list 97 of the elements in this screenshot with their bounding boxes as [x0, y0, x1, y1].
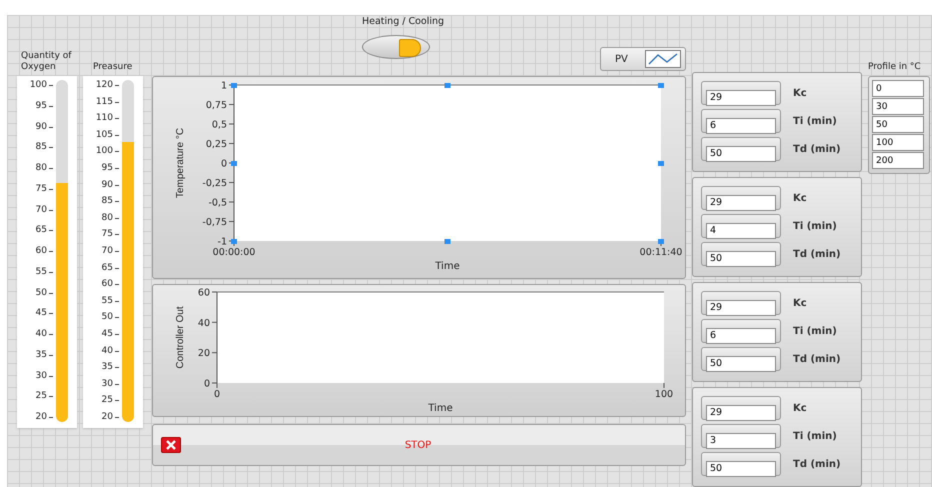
x-tick-label: 0 — [214, 389, 220, 400]
scale-label: 75 — [36, 184, 53, 194]
scale-label: 100 — [96, 146, 119, 156]
close-icon — [161, 437, 181, 453]
toggle-switch[interactable] — [362, 35, 430, 59]
scale-label: 60 — [36, 246, 53, 256]
parameter-label: Td (min) — [793, 248, 841, 260]
number-field[interactable]: 29 — [701, 396, 781, 420]
y-axis-title: Temperature °C — [175, 128, 186, 198]
parameter-label: Kc — [793, 298, 807, 308]
scale-label: 20 — [102, 412, 119, 422]
scale-label: 60 — [102, 279, 119, 290]
y-tick-label: 60 — [198, 288, 210, 298]
y-tick-label: -0,25 — [202, 178, 227, 189]
scale-label: 40 — [36, 329, 53, 339]
parameter-label: Td (min) — [793, 144, 841, 154]
parameter-label: Kc — [793, 192, 807, 204]
y-tick-label: 0,75 — [206, 100, 227, 111]
y-tick-label: 0 — [204, 378, 210, 390]
scale-label: 110 — [96, 113, 119, 124]
profile-label: Profile in °C — [868, 62, 922, 72]
number-field[interactable]: 29 — [701, 291, 781, 315]
scale-label: 45 — [102, 328, 119, 339]
scale-label: 50 — [102, 312, 119, 322]
scale-label: 80 — [102, 212, 119, 223]
parameter-label: Ti (min) — [793, 220, 837, 232]
scale-label: 25 — [102, 395, 119, 406]
number-field[interactable]: 3 — [701, 424, 781, 448]
scale-label: 35 — [36, 350, 53, 360]
scale-label: 55 — [102, 296, 119, 306]
x-tick-label: 100 — [654, 389, 674, 400]
x-axis-title: Time — [428, 403, 453, 414]
scale-label: 65 — [36, 225, 53, 236]
plot-legend[interactable]: PV — [600, 47, 686, 71]
scale-label: 80 — [36, 163, 53, 173]
scale-label: 40 — [102, 346, 119, 356]
scale-label: 25 — [36, 391, 53, 402]
tank-label: Preasure — [92, 61, 134, 74]
parameter-label: Kc — [793, 88, 807, 98]
scale-label: 120 — [96, 80, 119, 90]
number-field[interactable]: 29 — [701, 186, 781, 210]
line-plot-icon — [645, 50, 681, 68]
scale-label: 65 — [102, 262, 119, 273]
y-axis-title: Controller Out — [175, 306, 186, 369]
scale-label: 45 — [36, 308, 53, 318]
scale-label: 30 — [102, 378, 119, 389]
parameter-label: Td (min) — [793, 354, 841, 364]
toggle-label: Heating / Cooling — [362, 16, 444, 27]
scale-label: 95 — [102, 162, 119, 173]
scale-label: 115 — [96, 96, 119, 107]
x-tick-label: 00:11:40 — [640, 247, 682, 258]
parameter-label: Ti (min) — [793, 430, 837, 442]
scale-label: 20 — [36, 412, 53, 422]
scale-label: 85 — [102, 196, 119, 206]
scale-label: 50 — [36, 288, 53, 298]
scale-label: 90 — [102, 180, 119, 190]
scale-label: 75 — [102, 229, 119, 240]
y-tick-label: 0,5 — [212, 120, 227, 130]
number-field[interactable]: 6 — [701, 319, 781, 343]
x-tick-label: 00:00:00 — [212, 247, 256, 258]
parameter-label: Td (min) — [793, 458, 841, 470]
parameter-label: Kc — [793, 402, 807, 414]
x-axis-title: Time — [435, 261, 460, 272]
y-tick-label: 0 — [220, 158, 227, 170]
scale-label: 35 — [102, 362, 119, 372]
scale-label: 105 — [96, 130, 119, 140]
tank-label: Quantity of Oxygen — [20, 50, 72, 74]
y-tick-label: 1 — [220, 80, 227, 92]
y-tick-label: -0,75 — [202, 217, 227, 228]
profile-field[interactable]: 50 — [872, 116, 924, 133]
profile-field[interactable]: 0 — [872, 80, 924, 97]
number-field[interactable]: 50 — [701, 452, 781, 476]
y-tick-label: 40 — [198, 318, 210, 329]
scale-label: 70 — [36, 204, 53, 214]
profile-field[interactable]: 30 — [872, 98, 924, 115]
scale-label: 55 — [36, 266, 53, 277]
y-tick-label: -0,5 — [208, 198, 227, 208]
number-field[interactable]: 50 — [701, 242, 781, 266]
scale-label: 95 — [36, 100, 53, 111]
number-field[interactable]: 4 — [701, 214, 781, 238]
y-tick-label: 20 — [198, 348, 210, 360]
parameter-label: Ti (min) — [793, 326, 837, 336]
y-tick-label: -1 — [218, 236, 227, 248]
scale-label: 70 — [102, 246, 119, 256]
scale-label: 85 — [36, 142, 53, 152]
number-field[interactable]: 50 — [701, 347, 781, 371]
number-field[interactable]: 50 — [701, 137, 781, 161]
profile-field[interactable]: 100 — [872, 134, 924, 151]
scale-label: 30 — [36, 370, 53, 380]
number-field[interactable]: 6 — [701, 109, 781, 133]
scale-label: 100 — [30, 80, 53, 90]
stop-button[interactable]: STOP — [152, 424, 686, 466]
parameter-label: Ti (min) — [793, 116, 837, 126]
y-tick-label: 0,25 — [206, 139, 227, 150]
number-field[interactable]: 29 — [701, 81, 781, 105]
profile-field[interactable]: 200 — [872, 152, 924, 169]
scale-label: 90 — [36, 122, 53, 132]
